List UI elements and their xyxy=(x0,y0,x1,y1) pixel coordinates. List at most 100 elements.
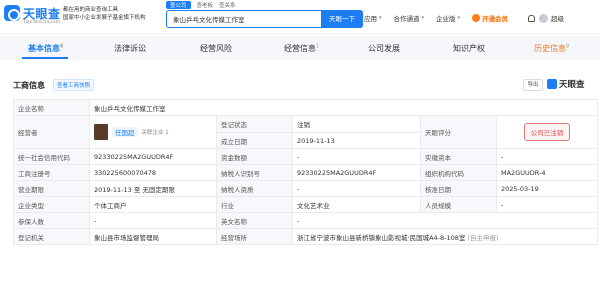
label-taxpayer-id: 纳税人识别号 xyxy=(216,164,293,181)
avatar[interactable] xyxy=(539,13,549,23)
nav-enterprise[interactable]: 企业版 ▾ xyxy=(436,13,460,23)
value-type: 个体工商户 xyxy=(89,196,217,213)
label-approve-date: 核准日期 xyxy=(420,180,497,197)
detail-tab-bar: 基本信息6 法律诉讼 经营风险 经营信息1 公司发展 知识产权 历史信息8 xyxy=(0,36,600,60)
operator-name-link[interactable]: 任国超 xyxy=(112,127,138,137)
export-button[interactable]: 导出 xyxy=(523,79,543,91)
table-row: 企业类型 个体工商户 行业 文化艺术业 人员规模 - xyxy=(13,196,599,213)
nav-vip-label: 开通会员 xyxy=(482,15,509,23)
table-row: 经营者 任国超 关联企业 1 登记状态 注销 天眼评分 公司已注销 xyxy=(13,115,599,149)
table-row: 统一社会信用代码 92330225MA2GUUDR4F 资金数额 - 实缴资本 … xyxy=(13,148,599,165)
related-company-link[interactable]: 关联企业 1 xyxy=(142,128,169,136)
label-term: 营业期限 xyxy=(13,180,90,197)
label-type: 企业类型 xyxy=(13,196,90,213)
search-type-tabs: 查公司 查老板 查关系 xyxy=(166,1,236,9)
tab-label: 公司发展 xyxy=(368,44,400,53)
nav-vip[interactable]: 开通会员 xyxy=(472,13,508,23)
vip-icon xyxy=(472,14,481,22)
address-text: 浙江省宁波市象山县新桥镇象山影视城·民国城A4-8-108室 xyxy=(297,233,466,242)
value-found-date: 2019-11-13 xyxy=(292,132,421,149)
label-found-date: 成立日期 xyxy=(216,132,293,149)
nav-user-label[interactable]: 超级 xyxy=(551,13,564,23)
snapshot-link[interactable]: 查看工商快照 xyxy=(53,79,95,91)
value-industry: 文化艺术业 xyxy=(292,196,421,213)
value-approve-date: 2025-03-19 xyxy=(495,180,599,197)
label-taxpayer-qual: 纳税人资质 xyxy=(216,180,293,197)
tab-count: 8 xyxy=(566,43,570,50)
label-insured: 参保人数 xyxy=(13,212,90,229)
active-tab-indicator xyxy=(22,57,68,59)
tab-label: 知识产权 xyxy=(453,44,485,53)
chevron-down-icon: ▾ xyxy=(379,15,382,21)
label-rating: 天眼评分 xyxy=(420,115,497,149)
value-company-name: 象山乒乓文化传媒工作室 xyxy=(88,99,599,116)
tab-risk[interactable]: 经营风险 xyxy=(200,43,232,54)
table-row: 参保人数 - 英文名称 - xyxy=(13,212,599,229)
bell-icon[interactable] xyxy=(528,14,536,22)
nav-apps[interactable]: 应用 ▾ xyxy=(364,13,382,23)
value-term: 2019-11-13 至 无固定期限 xyxy=(89,180,217,197)
tab-operations[interactable]: 经营信息1 xyxy=(284,43,319,54)
value-taxpayer-id: 92330225MA2GUUDR4F xyxy=(292,164,421,181)
label-operator: 经营者 xyxy=(13,115,90,149)
search-tab-boss[interactable]: 查老板 xyxy=(197,1,214,9)
tab-label: 历史信息 xyxy=(534,44,566,53)
search-button[interactable]: 天眼一下 xyxy=(321,10,363,28)
value-insured: - xyxy=(89,212,217,229)
tab-basic-info[interactable]: 基本信息6 xyxy=(28,43,63,54)
brand-name: 天眼查 xyxy=(559,80,585,90)
chevron-down-icon: ▾ xyxy=(421,15,425,21)
label-reg-status: 登记状态 xyxy=(216,115,293,133)
nav-cooperation-label: 合作通道 xyxy=(393,15,420,23)
tab-count: 6 xyxy=(60,43,64,50)
search-tab-company[interactable]: 查公司 xyxy=(166,1,191,9)
table-row: 企业名称 象山乒乓文化传媒工作室 xyxy=(13,99,599,116)
label-address: 经营场所 xyxy=(216,228,293,245)
search-input[interactable]: 象山乒乓文化传媒工作室 xyxy=(173,14,245,24)
logo-url: TianYanCha.com xyxy=(23,20,61,25)
operator-box: 任国超 关联企业 1 xyxy=(94,124,212,140)
search-tab-relation[interactable]: 查关系 xyxy=(219,1,236,9)
label-english: 英文名称 xyxy=(216,212,293,229)
tab-label: 基本信息 xyxy=(28,44,60,53)
label-authority: 登记机关 xyxy=(13,228,90,245)
top-nav: 应用 ▾ 合作通道 ▾ 企业版 ▾ 开通会员 超级 xyxy=(364,13,564,23)
value-credit-code: 92330225MA2GUUDR4F xyxy=(89,148,217,165)
value-org-code: MA2GUUDR-4 xyxy=(495,164,599,181)
table-row: 登记机关 象山县市场监督管理局 经营场所 浙江省宁波市象山县新桥镇象山影视城·民… xyxy=(13,228,599,245)
tab-count: 1 xyxy=(316,43,320,50)
tab-history[interactable]: 历史信息8 xyxy=(534,43,569,54)
label-paid-capital: 实缴资本 xyxy=(420,148,497,165)
logo-eye-icon xyxy=(4,5,20,21)
tab-legal[interactable]: 法律诉讼 xyxy=(114,43,146,54)
slogan-line-2: 国家中小企业发展子基金旗下机构 xyxy=(63,15,146,21)
status-badge: 公司已注销 xyxy=(523,123,571,141)
label-capital: 资金数额 xyxy=(216,148,293,165)
table-row: 工商注册号 330225600070478 纳税人识别号 92330225MA2… xyxy=(13,164,599,181)
brand-logo: 天眼查 xyxy=(547,78,585,90)
operator-avatar xyxy=(94,124,108,140)
section-title: 工商信息 xyxy=(13,80,45,90)
label-staff: 人员规模 xyxy=(420,196,497,213)
tab-ip[interactable]: 知识产权 xyxy=(453,43,485,54)
value-reg-status: 注销 xyxy=(292,115,421,133)
business-info-table: 企业名称 象山乒乓文化传媒工作室 经营者 任国超 关联企业 1 登记状态 注销 … xyxy=(13,99,599,245)
tab-label: 法律诉讼 xyxy=(114,44,146,53)
label-reg-no: 工商注册号 xyxy=(13,164,90,181)
nav-apps-label: 应用 xyxy=(364,15,377,23)
section-header: 工商信息 查看工商快照 xyxy=(13,79,95,91)
value-reg-no: 330225600070478 xyxy=(89,164,217,181)
slogan-line-1: 都在用的商业查询工具 xyxy=(63,7,119,13)
value-rating: 公司已注销 xyxy=(495,115,599,149)
label-industry: 行业 xyxy=(216,196,293,213)
value-authority: 象山县市场监督管理局 xyxy=(89,228,217,245)
nav-cooperation[interactable]: 合作通道 ▾ xyxy=(394,13,425,23)
logo-eye-icon xyxy=(547,79,557,89)
value-capital: - xyxy=(292,148,421,165)
table-row: 营业期限 2019-11-13 至 无固定期限 纳税人资质 - 核准日期 202… xyxy=(13,180,599,197)
tab-development[interactable]: 公司发展 xyxy=(368,43,400,54)
slogan: 都在用的商业查询工具 国家中小企业发展子基金旗下机构 xyxy=(63,6,159,22)
chevron-down-icon: ▾ xyxy=(457,15,461,21)
nav-enterprise-label: 企业版 xyxy=(436,15,456,23)
value-english: - xyxy=(291,212,599,229)
